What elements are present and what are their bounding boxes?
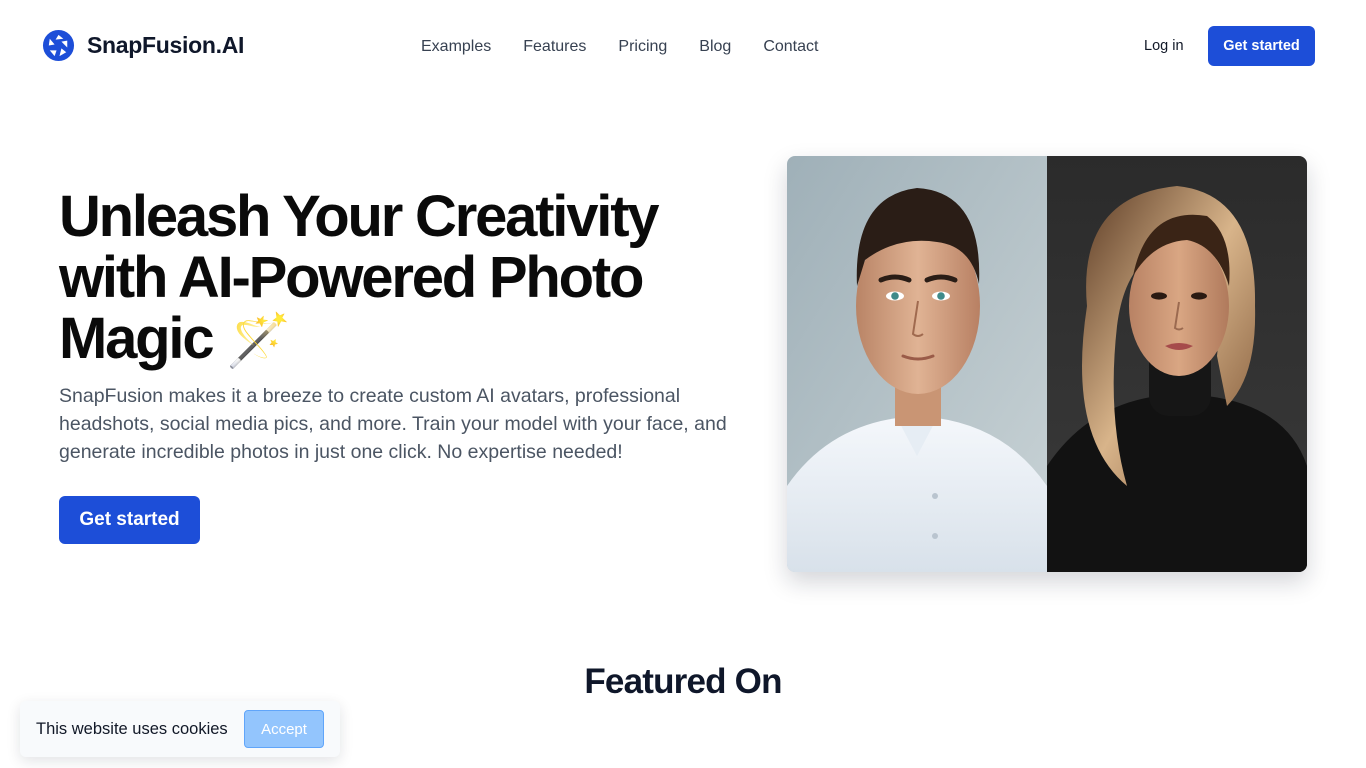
nav-item-contact[interactable]: Contact xyxy=(763,36,818,58)
site-header: SnapFusion.AI Examples Features Pricing … xyxy=(0,0,1366,92)
nav-item-pricing[interactable]: Pricing xyxy=(618,36,667,58)
aperture-icon xyxy=(42,29,75,62)
nav-item-features[interactable]: Features xyxy=(523,36,586,58)
cookie-banner: This website uses cookies Accept xyxy=(20,701,340,757)
brand-name: SnapFusion.AI xyxy=(87,32,245,58)
nav-item-blog[interactable]: Blog xyxy=(699,36,731,58)
featured-on-heading: Featured On xyxy=(584,662,782,701)
hero-subtitle: SnapFusion makes it a breeze to create c… xyxy=(59,385,727,463)
landing-page: SnapFusion.AI Examples Features Pricing … xyxy=(0,0,1366,768)
main-nav: Examples Features Pricing Blog Contact xyxy=(421,36,818,58)
cookie-accept-button[interactable]: Accept xyxy=(244,710,324,748)
hero-title-line-2: with AI-Powered Photo xyxy=(59,245,644,310)
brand-logo[interactable]: SnapFusion.AI xyxy=(42,29,244,62)
cookie-message: This website uses cookies xyxy=(36,720,228,738)
hero-image xyxy=(787,156,1307,572)
header-get-started-button[interactable]: Get started xyxy=(1208,26,1315,66)
hero-title: Unleash Your Creativity with AI-Powered … xyxy=(59,186,759,372)
hero-get-started-button[interactable]: Get started xyxy=(59,496,200,544)
hero-title-line-1: Unleash Your Creativity xyxy=(59,184,660,249)
portrait-collage-image xyxy=(787,156,1307,572)
nav-item-examples[interactable]: Examples xyxy=(421,36,491,58)
hero-title-line-3: Magic xyxy=(59,306,215,371)
magic-wand-icon: 🪄 xyxy=(226,312,292,370)
login-link[interactable]: Log in xyxy=(1144,37,1184,55)
